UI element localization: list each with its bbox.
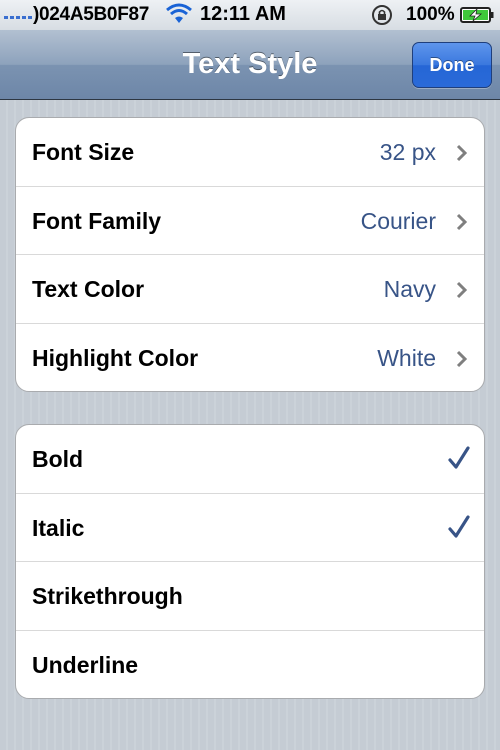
- checkmark-icon: [448, 514, 470, 538]
- font-size-row[interactable]: Font Size 32 px: [16, 118, 484, 187]
- battery-charging-icon: [460, 7, 494, 23]
- font-family-row[interactable]: Font Family Courier: [16, 187, 484, 255]
- style-settings-group: Font Size 32 px Font Family Courier Text…: [15, 117, 485, 392]
- row-value: White: [377, 344, 436, 371]
- row-label: Font Family: [32, 207, 162, 234]
- row-label: Strikethrough: [32, 583, 183, 609]
- row-label: Italic: [32, 514, 85, 541]
- chevron-right-icon: [456, 144, 468, 162]
- row-value: 32 px: [379, 139, 436, 165]
- status-time: 12:11 AM: [200, 3, 286, 25]
- italic-row[interactable]: Italic: [16, 494, 484, 562]
- wifi-icon: [166, 3, 192, 23]
- battery-percent: 100%: [406, 4, 455, 25]
- chevron-right-icon: [456, 281, 468, 299]
- row-value: Navy: [383, 276, 436, 302]
- bold-row[interactable]: Bold: [16, 425, 484, 494]
- style-toggles-group: Bold Italic Strikethrough Underline: [15, 424, 485, 699]
- row-label: Underline: [32, 651, 139, 678]
- text-color-row[interactable]: Text Color Navy: [16, 255, 484, 324]
- signal-bars-icon: [4, 16, 32, 19]
- chevron-right-icon: [456, 213, 468, 230]
- carrier-name: )024A5B0F87: [33, 4, 150, 25]
- row-value: Courier: [360, 207, 436, 234]
- row-label: Highlight Color: [32, 344, 199, 371]
- highlight-color-row[interactable]: Highlight Color White: [16, 324, 484, 392]
- underline-row[interactable]: Underline: [16, 631, 484, 699]
- done-button[interactable]: Done: [412, 42, 492, 88]
- checkmark-icon: [448, 446, 470, 469]
- chevron-right-icon: [456, 350, 468, 367]
- rotation-lock-icon: [372, 5, 392, 25]
- status-bar: )024A5B0F87 12:11 AM 100%: [0, 0, 500, 30]
- row-label: Bold: [32, 446, 84, 472]
- strikethrough-row[interactable]: Strikethrough: [16, 562, 484, 631]
- navigation-bar: Text Style Done: [0, 30, 500, 100]
- row-label: Font Size: [32, 139, 135, 165]
- row-label: Text Color: [32, 276, 145, 302]
